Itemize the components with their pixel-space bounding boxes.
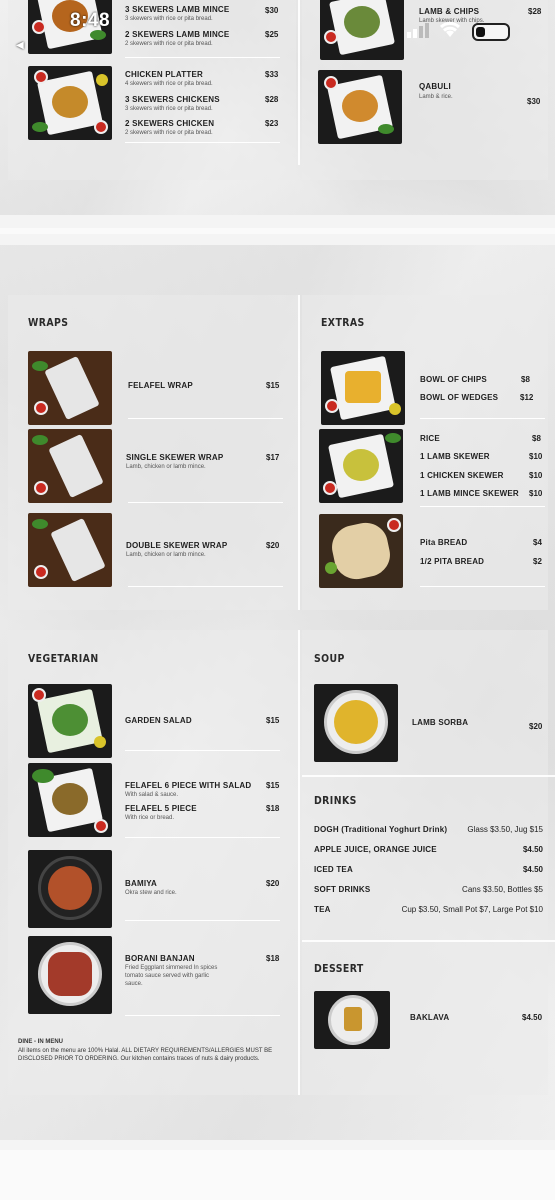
menu-item-price: $10 [529, 489, 543, 498]
lamb-sorba-image [314, 684, 398, 762]
menu-item-price: $20 [529, 722, 543, 731]
menu-item-price: $17 [266, 453, 280, 462]
menu-item-price: $2 [533, 557, 542, 566]
clock-time: 8:48 [70, 10, 111, 31]
menu-item-name: FELAFEL 5 PIECE [125, 804, 197, 813]
menu-item-name: FELAFEL 6 PIECE WITH SALAD [125, 781, 252, 790]
menu-item-price: $15 [266, 716, 280, 725]
drinks-title: DRINKS [314, 794, 357, 807]
menu-item-name: BAKLAVA [410, 1013, 450, 1022]
menu-item-price: $23 [265, 119, 279, 128]
menu-item-name: SOFT DRINKS [314, 885, 371, 894]
menu-item-price: $15 [266, 381, 280, 390]
menu-item-desc: Lamb, chicken or lamb mince. [126, 464, 206, 470]
garden-salad-image [28, 684, 112, 758]
menu-item-price: $10 [529, 471, 543, 480]
menu-item-name: BOWL OF WEDGES [420, 393, 499, 402]
menu-item-name: SINGLE SKEWER WRAP [126, 453, 224, 462]
menu-item-price: $4.50 [522, 845, 543, 854]
single-skewer-wrap-image [28, 429, 112, 503]
menu-item-name: RICE [420, 434, 440, 443]
menu-item-name: Pita BREAD [420, 538, 468, 547]
menu-item-name: 3 SKEWERS CHICKENS [125, 95, 220, 104]
bamiya-image [28, 850, 112, 928]
rice-image [319, 429, 403, 503]
chips-image [321, 351, 405, 425]
menu-item-price: $30 [527, 97, 541, 106]
pita-bread-image [319, 514, 403, 588]
menu-item-name: FELAFEL WRAP [128, 381, 193, 390]
menu-item-desc: 2 skewers with rice or pita bread. [125, 130, 213, 136]
menu-item-price: $20 [266, 879, 280, 888]
menu-item-desc: With salad & sauce. [125, 792, 179, 798]
menu-item-price: $33 [265, 70, 279, 79]
extras-title: EXTRAS [321, 316, 365, 329]
menu-item-desc: 4 skewers with rice or pita bread. [125, 81, 213, 87]
menu-item-price: $28 [265, 95, 279, 104]
menu-item-price: Cans $3.50, Bottles $5 [462, 885, 543, 894]
status-bar: ◀ 8:48 [0, 0, 555, 51]
menu-item-name: 1 LAMB SKEWER [420, 452, 490, 461]
battery-icon [472, 23, 510, 41]
menu-item-desc: 3 skewers with rice or pita bread. [125, 106, 213, 112]
felafel-image [28, 763, 112, 837]
menu-item-name: QABULI [419, 82, 451, 91]
menu-item-name: DOGH (Traditional Yoghurt Drink) [314, 825, 448, 834]
qabuli-image [318, 70, 402, 144]
soup-title: SOUP [314, 652, 345, 665]
menu-item-desc: Lamb, chicken or lamb mince. [126, 552, 206, 558]
menu-item-price: $8 [532, 434, 541, 443]
menu-item-name: CHICKEN PLATTER [125, 70, 203, 79]
double-skewer-wrap-image [28, 513, 112, 587]
menu-item-name: 1 CHICKEN SKEWER [420, 471, 504, 480]
felafel-wrap-image [28, 351, 112, 425]
menu-item-price: $10 [529, 452, 543, 461]
menu-item-desc: Fried Eggplant simmered In spices tomato… [125, 965, 218, 987]
menu-item-desc: Lamb & rice. [419, 94, 453, 100]
menu-item-price: $4.50 [522, 865, 543, 874]
menu-item-price: $18 [266, 954, 280, 963]
dine-in-note-title: DINE - IN MENU [18, 1039, 63, 1045]
menu-item-price: $18 [266, 804, 280, 813]
borani-banjan-image [28, 936, 112, 1014]
wifi-icon [438, 20, 462, 43]
menu-item-price: $20 [266, 541, 280, 550]
back-icon[interactable]: ◀ [16, 40, 24, 51]
menu-item-name: 1/2 PITA BREAD [420, 557, 485, 566]
menu-item-name: GARDEN SALAD [125, 716, 192, 725]
menu-item-name: 1 LAMB MINCE SKEWER [420, 489, 519, 498]
menu-item-price: $8 [521, 375, 530, 384]
menu-item-name: ICED TEA [314, 865, 353, 874]
menu-item-desc: With rice or bread. [125, 815, 175, 821]
chicken-platter-image [28, 66, 112, 140]
wraps-title: WRAPS [28, 316, 69, 329]
menu-item-name: DOUBLE SKEWER WRAP [126, 541, 228, 550]
menu-item-price: Cup $3.50, Small Pot $7, Large Pot $10 [401, 905, 543, 914]
menu-item-name: BOWL OF CHIPS [420, 375, 487, 384]
vegetarian-title: VEGETARIAN [28, 652, 99, 665]
baklava-image [314, 991, 390, 1049]
menu-item-name: BORANI BANJAN [125, 954, 195, 963]
menu-item-name: TEA [314, 905, 331, 914]
menu-item-price: Glass $3.50, Jug $15 [467, 825, 543, 834]
signal-icon [407, 22, 429, 38]
menu-item-price: $15 [266, 781, 280, 790]
dessert-title: DESSERT [314, 962, 364, 975]
menu-item-name: APPLE JUICE, ORANGE JUICE [314, 845, 437, 854]
menu-item-price: $4.50 [522, 1013, 543, 1022]
menu-item-price: $12 [520, 393, 534, 402]
menu-item-name: LAMB SORBA [412, 718, 469, 727]
dine-in-note-text: All items on the menu are 100% Halal. AL… [18, 1048, 273, 1062]
menu-item-price: $4 [533, 538, 542, 547]
menu-item-name: 2 SKEWERS CHICKEN [125, 119, 215, 128]
menu-item-name: BAMIYA [125, 879, 158, 888]
menu-item-desc: Okra stew and rice. [125, 890, 177, 896]
